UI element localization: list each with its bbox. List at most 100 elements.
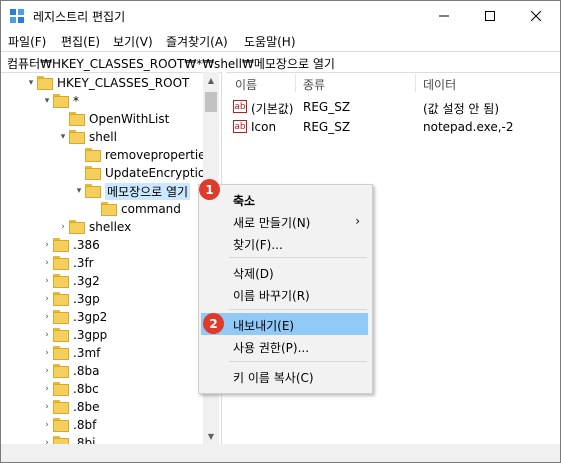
title-bar[interactable]: 레지스트리 편집기	[1, 1, 560, 31]
minimize-icon	[439, 15, 449, 17]
chevron-right-icon[interactable]: ›	[41, 366, 53, 376]
menu-help[interactable]: 도움말(H)	[244, 33, 296, 50]
column-header-name[interactable]: 이름	[235, 76, 257, 93]
column-header-type[interactable]: 종류	[303, 76, 325, 93]
chevron-down-icon[interactable]: ▾	[41, 96, 53, 106]
menu-edit[interactable]: 편집(E)	[61, 33, 100, 50]
string-value-icon: ab	[233, 120, 247, 133]
column-header-data[interactable]: 데이터	[423, 76, 456, 93]
menu-item-label: 내보내기(E)	[233, 319, 295, 333]
chevron-right-icon[interactable]: ›	[41, 402, 53, 412]
horizontal-scrollbar[interactable]	[1, 444, 560, 462]
menu-view[interactable]: 보기(V)	[113, 33, 153, 50]
tree-item-3mf[interactable]: › .3mf	[41, 344, 100, 362]
value-type: REG_SZ	[303, 100, 351, 114]
tree-item-3gpp[interactable]: › .3gpp	[41, 326, 107, 344]
menu-item-collapse[interactable]: 축소	[201, 188, 368, 210]
tree-item-label: OpenWithList	[89, 112, 170, 126]
folder-icon	[53, 346, 69, 360]
tree-item-label: .3gpp	[73, 328, 108, 342]
chevron-down-icon[interactable]: ▾	[57, 132, 69, 142]
tree-item-label: command	[121, 202, 181, 216]
string-value-icon: ab	[233, 100, 247, 113]
folder-icon	[53, 364, 69, 378]
tree-item-label: .3mf	[73, 346, 101, 360]
chevron-right-icon[interactable]: ›	[41, 294, 53, 304]
tree-item-command[interactable]: command	[89, 200, 181, 218]
value-name: (기본값)	[251, 102, 294, 116]
menu-item-find[interactable]: 찾기(F)...	[201, 232, 368, 254]
tree-item-star[interactable]: ▾ *	[41, 92, 79, 110]
chevron-right-icon[interactable]: ›	[41, 384, 53, 394]
chevron-right-icon[interactable]: ›	[41, 240, 53, 250]
menu-item-delete[interactable]: 삭제(D)	[201, 261, 368, 283]
chevron-right-icon[interactable]: ›	[41, 330, 53, 340]
menu-item-export[interactable]: 내보내기(E)	[201, 313, 368, 335]
tree-item-8be[interactable]: › .8be	[41, 398, 99, 416]
tree-item-3gp[interactable]: › .3gp	[41, 290, 100, 308]
tree-item-8ba[interactable]: › .8ba	[41, 362, 99, 380]
menu-item-label: 키 이름 복사(C)	[233, 371, 314, 385]
menu-item-new[interactable]: 새로 만들기(N) ›	[201, 210, 368, 232]
tree-item-3fr[interactable]: › .3fr	[41, 254, 94, 272]
tree-item-open-with-notepad[interactable]: ▾ 메모장으로 열기	[73, 182, 191, 200]
tree-item-hkey-classes-root[interactable]: ▾ HKEY_CLASSES_ROOT	[25, 74, 189, 92]
menu-separator	[229, 257, 367, 258]
tree-item-386[interactable]: › .386	[41, 236, 100, 254]
tree-item-3g2[interactable]: › .3g2	[41, 272, 100, 290]
value-name: Icon	[251, 120, 277, 134]
table-row[interactable]: ab Icon REG_SZ notepad.exe,-2	[227, 118, 560, 136]
maximize-button[interactable]	[467, 1, 513, 31]
folder-icon	[37, 76, 53, 90]
menu-item-copy-key-name[interactable]: 키 이름 복사(C)	[201, 365, 368, 387]
column-divider[interactable]	[415, 74, 416, 92]
close-icon	[531, 11, 541, 21]
menu-favorites[interactable]: 즐겨찾기(A)	[166, 33, 228, 50]
chevron-right-icon[interactable]: ›	[41, 420, 53, 430]
tree-item-openwithlist[interactable]: OpenWithList	[57, 110, 169, 128]
minimize-button[interactable]	[421, 1, 467, 31]
folder-icon	[85, 148, 101, 162]
tree-item-3gp2[interactable]: › .3gp2	[41, 308, 107, 326]
chevron-down-icon[interactable]: ▾	[25, 78, 37, 88]
menu-file[interactable]: 파일(F)	[8, 33, 46, 50]
tree-item-label: .8ba	[73, 364, 100, 378]
tree-item-label: UpdateEncryption	[105, 166, 213, 180]
menu-item-label: 삭제(D)	[233, 267, 274, 281]
context-menu: 축소 새로 만들기(N) › 찾기(F)... 삭제(D) 이름 바꾸기(R) …	[198, 184, 373, 394]
chevron-down-icon[interactable]: ▾	[73, 186, 85, 196]
tree-item-label: shell	[89, 130, 117, 144]
tree-item-shellex[interactable]: › shellex	[57, 218, 131, 236]
table-row[interactable]: ab (기본값) REG_SZ (값 설정 안 됨)	[227, 98, 560, 116]
address-path[interactable]: 컴퓨터₩HKEY_CLASSES_ROOT₩*₩shell₩메모장으로 열기	[7, 55, 335, 72]
menu-bar: 파일(F) 편집(E) 보기(V) 즐겨찾기(A) 도움말(H)	[1, 31, 560, 51]
address-bar[interactable]: 컴퓨터₩HKEY_CLASSES_ROOT₩*₩shell₩메모장으로 열기	[1, 51, 560, 73]
scroll-thumb[interactable]	[205, 92, 217, 112]
menu-item-rename[interactable]: 이름 바꾸기(R)	[201, 283, 368, 305]
tree-item-8bf[interactable]: › .8bf	[41, 416, 96, 434]
scroll-up-icon[interactable]: ▲	[203, 72, 219, 88]
chevron-right-icon[interactable]: ›	[41, 348, 53, 358]
menu-item-label: 축소	[233, 194, 256, 208]
chevron-right-icon[interactable]: ›	[57, 222, 69, 232]
window-title: 레지스트리 편집기	[33, 10, 126, 24]
chevron-right-icon[interactable]: ›	[41, 312, 53, 322]
column-divider[interactable]	[295, 74, 296, 92]
step-badge-2: 2	[203, 313, 224, 334]
chevron-right-icon: ›	[355, 214, 360, 228]
tree-item-removeproperties[interactable]: removeproperties	[73, 146, 212, 164]
tree-item-8bc[interactable]: › .8bc	[41, 380, 99, 398]
tree-item-updateencryption[interactable]: UpdateEncryption	[73, 164, 213, 182]
tree-item-label: .8bf	[73, 418, 97, 432]
tree-item-label: .3g2	[73, 274, 100, 288]
tree-item-shell[interactable]: ▾ shell	[57, 128, 117, 146]
tree-item-label: shellex	[89, 220, 132, 234]
menu-item-permissions[interactable]: 사용 권한(P)...	[201, 335, 368, 357]
chevron-right-icon[interactable]: ›	[41, 258, 53, 268]
scroll-down-icon[interactable]: ▼	[203, 428, 219, 444]
folder-icon	[53, 436, 69, 444]
folder-icon	[53, 256, 69, 270]
tree-item-8bi[interactable]: › .8bi	[41, 434, 95, 444]
close-button[interactable]	[513, 1, 559, 31]
chevron-right-icon[interactable]: ›	[41, 276, 53, 286]
